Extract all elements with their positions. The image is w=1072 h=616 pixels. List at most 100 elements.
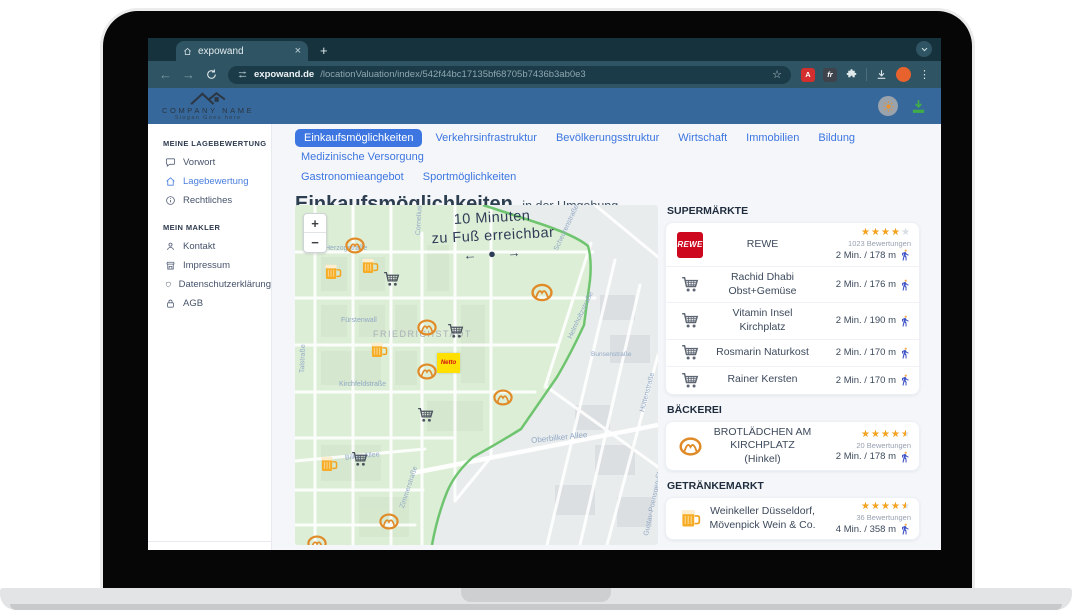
distance: 2 Min. / 176 m xyxy=(836,279,896,290)
tab-einkaufsmoeglichkeiten[interactable]: Einkaufsmöglichkeiten xyxy=(295,129,422,147)
download-report-button[interactable] xyxy=(910,98,927,115)
laptop-notch xyxy=(461,588,611,602)
tab-search-button[interactable] xyxy=(916,41,932,57)
tab-verkehrsinfrastruktur[interactable]: Verkehrsinfrastruktur xyxy=(429,129,542,147)
sun-icon xyxy=(882,100,895,113)
tab-bevoelkerungsstruktur[interactable]: Bevölkerungsstruktur xyxy=(550,129,665,147)
address-bar[interactable]: expowand.de /locationValuation/index/542… xyxy=(228,66,791,84)
tab-gastronomieangebot[interactable]: Gastronomieangebot xyxy=(295,168,410,186)
beer-marker[interactable] xyxy=(323,263,342,281)
category-tabs: Einkaufsmöglichkeiten Verkehrsinfrastruk… xyxy=(295,129,895,186)
listing-row[interactable]: REWE REWE ★★★★★★★★★★ 1023 Bewertungen 2 … xyxy=(666,223,919,267)
downloads-icon[interactable] xyxy=(875,68,888,81)
person-icon xyxy=(165,241,176,252)
tab-bildung[interactable]: Bildung xyxy=(812,129,861,147)
cart-marker[interactable] xyxy=(383,271,401,287)
browser-toolbar: ← → expowand.de /locationValuation/index… xyxy=(148,61,941,88)
beer-marker[interactable] xyxy=(369,341,388,359)
shopping-cart-icon xyxy=(681,312,700,329)
rewe-logo: REWE xyxy=(677,232,703,258)
storefront-icon xyxy=(165,260,176,271)
toolbar-divider xyxy=(866,68,867,81)
new-tab-button[interactable]: + xyxy=(320,43,328,58)
sidebar-item-lagebewertung[interactable]: Lagebewertung xyxy=(148,172,271,191)
walking-icon xyxy=(899,451,911,463)
distance: 2 Min. / 178 m xyxy=(836,451,896,462)
supermarkets-card: REWE REWE ★★★★★★★★★★ 1023 Bewertungen 2 … xyxy=(665,222,920,395)
tab-sportmoeglichkeiten[interactable]: Sportmöglichkeiten xyxy=(417,168,523,186)
pretzel-marker[interactable] xyxy=(307,535,327,545)
street-label: Talstraße xyxy=(299,344,307,373)
tab-title: expowand xyxy=(198,46,289,57)
cart-marker[interactable] xyxy=(447,323,465,339)
rating-stars: ★★★★★★★★★★ xyxy=(861,502,911,512)
review-count: 20 Bewertungen xyxy=(856,441,911,450)
back-button[interactable]: ← xyxy=(159,68,172,81)
walking-icon xyxy=(899,347,911,359)
roofline-logo-icon xyxy=(189,91,227,106)
distance: 4 Min. / 358 m xyxy=(836,524,896,535)
distance: 2 Min. / 170 m xyxy=(836,375,896,386)
pretzel-marker[interactable] xyxy=(493,389,513,406)
beer-mug-icon xyxy=(679,508,701,529)
sidebar-item-impressum[interactable]: Impressum xyxy=(148,256,271,275)
street-label: Kirchfeldstraße xyxy=(339,381,386,388)
pretzel-marker[interactable] xyxy=(379,513,399,530)
browser-menu-icon[interactable]: ⋮ xyxy=(919,68,930,81)
listing-row[interactable]: Rosmarin Naturkost 2 Min. / 170 m xyxy=(666,340,919,367)
adobe-extension-icon[interactable]: A xyxy=(801,68,815,82)
sidebar-section-title: MEIN MAKLER xyxy=(163,223,271,232)
map[interactable]: FRIEDRICHSTADT Herzogstraße Corneliusstr… xyxy=(295,205,658,545)
sidebar-section-title: MEINE LAGEBEWERTUNG xyxy=(163,139,271,148)
walking-icon xyxy=(899,374,911,386)
cart-marker[interactable] xyxy=(417,407,435,423)
listing-row[interactable]: Rainer Kersten 2 Min. / 170 m xyxy=(666,367,919,394)
browser-tabstrip: expowand × + xyxy=(148,38,941,61)
sidebar-item-kontakt[interactable]: Kontakt xyxy=(148,237,271,256)
tab-wirtschaft[interactable]: Wirtschaft xyxy=(672,129,733,147)
main-content: Einkaufsmöglichkeiten Verkehrsinfrastruk… xyxy=(272,124,941,550)
fr-extension-icon[interactable]: fr xyxy=(823,68,837,82)
bakery-card: BROTLÄDCHEN AM KIRCHPLATZ (Hinkel) ★★★★★… xyxy=(665,421,920,472)
tab-immobilien[interactable]: Immobilien xyxy=(740,129,805,147)
listing-row[interactable]: Rachid Dhabi Obst+Gemüse 2 Min. / 176 m xyxy=(666,267,919,303)
beer-marker[interactable] xyxy=(319,455,338,473)
listing-row[interactable]: Vitamin Insel Kirchplatz 2 Min. / 190 m xyxy=(666,303,919,339)
reload-button[interactable] xyxy=(205,68,218,81)
listing-row[interactable]: BROTLÄDCHEN AM KIRCHPLATZ (Hinkel) ★★★★★… xyxy=(666,422,919,471)
profile-avatar[interactable] xyxy=(896,67,911,82)
pretzel-marker[interactable] xyxy=(345,237,365,254)
close-tab-icon[interactable]: × xyxy=(295,45,301,57)
company-name: COMPANY NAME xyxy=(162,107,254,115)
shopping-cart-icon xyxy=(681,372,700,389)
section-title-baeckerei: BÄCKEREI xyxy=(667,404,920,416)
listing-row[interactable]: Weinkeller Düsseldorf, Mövenpick Wein & … xyxy=(666,498,919,539)
tab-medizinische-versorgung[interactable]: Medizinische Versorgung xyxy=(295,148,430,166)
cart-marker[interactable] xyxy=(351,451,369,467)
netto-store-marker[interactable]: Netto xyxy=(437,353,460,373)
street-label: Bunsenstraße xyxy=(591,351,631,358)
bookmark-star-icon[interactable]: ☆ xyxy=(772,68,782,81)
walking-icon xyxy=(899,279,911,291)
sidebar: MEINE LAGEBEWERTUNG Vorwort Lagebewertun… xyxy=(148,124,272,550)
forward-button[interactable]: → xyxy=(182,68,195,81)
sidebar-item-vorwort[interactable]: Vorwort xyxy=(148,153,271,172)
theme-toggle-button[interactable] xyxy=(878,96,898,116)
sidebar-item-agb[interactable]: AGB xyxy=(148,294,271,313)
company-logo: COMPANY NAME Slogan Goes here xyxy=(162,91,254,121)
pretzel-marker[interactable] xyxy=(417,319,437,336)
minimize-menu-button[interactable]: Menü minimieren xyxy=(148,541,271,550)
pretzel-marker[interactable] xyxy=(531,283,553,302)
poi-panel: SUPERMÄRKTE REWE REWE ★★★★★★★★★★ 1023 Be… xyxy=(665,205,920,550)
walking-icon xyxy=(899,523,911,535)
browser-tab[interactable]: expowand × xyxy=(176,41,308,61)
sidebar-item-rechtliches[interactable]: Rechtliches xyxy=(148,191,271,210)
site-settings-icon[interactable] xyxy=(237,69,248,80)
sidebar-item-datenschutz[interactable]: Datenschutzerklärung xyxy=(148,275,271,294)
pretzel-marker[interactable] xyxy=(417,363,437,380)
lock-icon xyxy=(165,298,176,309)
extensions-puzzle-icon[interactable] xyxy=(845,68,858,81)
zoom-in-button[interactable]: + xyxy=(304,214,326,233)
beer-marker[interactable] xyxy=(360,257,379,275)
zoom-out-button[interactable]: − xyxy=(304,233,326,252)
